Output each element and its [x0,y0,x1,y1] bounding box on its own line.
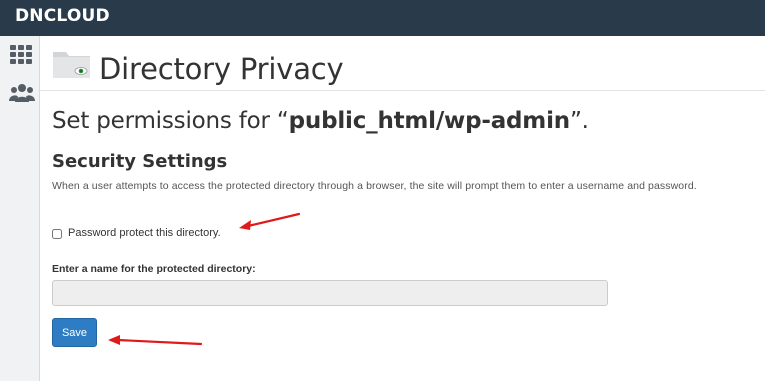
folder-eye-icon [52,48,92,80]
subtitle-suffix: ”. [569,108,589,134]
security-help-text: When a user attempts to access the prote… [52,180,697,192]
directory-name-label: Enter a name for the protected directory… [52,263,256,275]
users-icon[interactable] [9,82,35,104]
permissions-subtitle: Set permissions for “public_html/wp-admi… [52,108,589,134]
top-bar: DNCLOUD [0,0,765,36]
security-settings-title: Security Settings [52,151,228,172]
save-button[interactable]: Save [52,318,97,347]
grid-icon[interactable] [9,44,33,66]
header-divider [40,90,765,91]
directory-path: public_html/wp-admin [288,108,570,134]
password-protect-label[interactable]: Password protect this directory. [68,227,221,239]
sidebar [0,36,40,381]
subtitle-prefix: Set permissions for “ [52,108,289,134]
page-title: Directory Privacy [99,52,344,86]
directory-name-input[interactable] [52,280,608,306]
password-protect-checkbox[interactable] [52,229,62,239]
main-content: Directory Privacy Set permissions for “p… [40,36,765,381]
page-header: Directory Privacy [52,46,765,86]
brand-logo[interactable]: DNCLOUD [15,6,110,26]
